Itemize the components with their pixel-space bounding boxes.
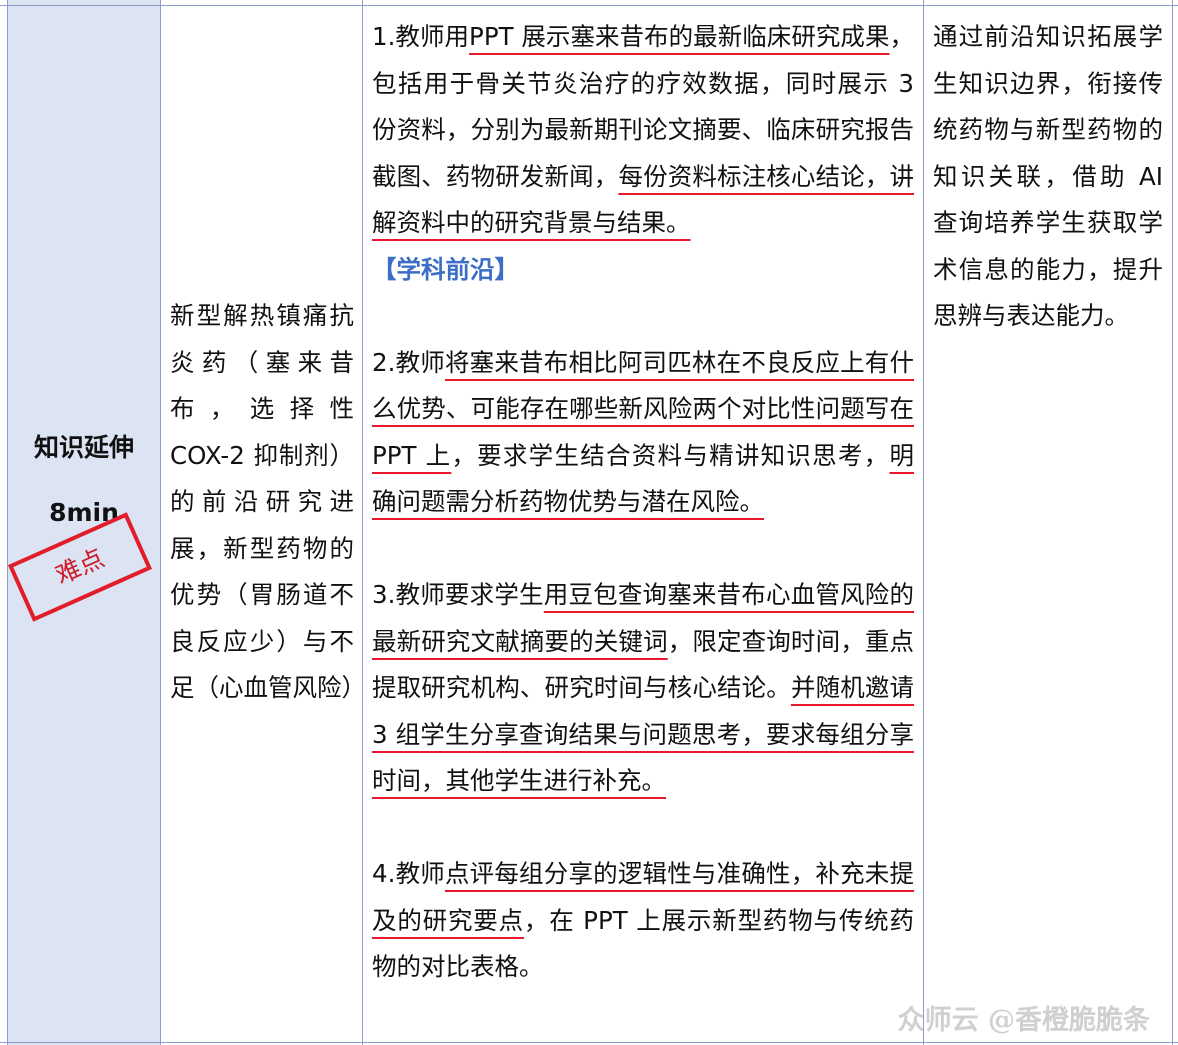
difficulty-stamp-text: 难点 xyxy=(51,543,109,590)
table-border-col3 xyxy=(923,0,924,1045)
table-border-col1 xyxy=(160,0,161,1045)
activity-4: 4.教师点评每组分享的逻辑性与准确性，补充未提及的研究要点，在 PPT 上展示新… xyxy=(372,859,914,981)
stage-duration: 8min xyxy=(49,498,119,527)
watermark: 众师云 @香橙脆脆条 xyxy=(897,1005,1150,1036)
activity-1: 1.教师用PPT 展示塞来昔布的最新临床研究成果，包括用于骨关节炎治疗的疗效数据… xyxy=(372,22,915,284)
lesson-table: 知识延伸 8min 难点 新型解热镇痛抗炎药（塞来昔布，选择性 COX-2 抑制… xyxy=(0,0,1178,1045)
table-border-col2 xyxy=(362,0,363,1045)
table-border-top xyxy=(0,5,1178,6)
stage-title: 知识延伸 xyxy=(33,433,134,462)
underlined-text: PPT 展示塞来昔布的最新临床研究成果 xyxy=(469,22,890,51)
activity-3: 3.教师要求学生用豆包查询塞来昔布心血管风险的最新研究文献摘要的关键词，限定查询… xyxy=(372,580,915,795)
teacher-activities: 1.教师用PPT 展示塞来昔布的最新临床研究成果，包括用于骨关节炎治疗的疗效数据… xyxy=(372,14,914,991)
table-border-bottom xyxy=(0,1042,1178,1043)
design-intent: 通过前沿知识拓展学生知识边界，衔接传统药物与新型药物的知识关联，借助 AI 查询… xyxy=(933,22,1163,330)
frontier-tag: 【学科前沿】 xyxy=(372,254,519,284)
activity-2: 2.教师将塞来昔布相比阿司匹林在不良反应上有什么优势、可能存在哪些新风险两个对比… xyxy=(372,347,914,517)
table-border-right xyxy=(1172,0,1173,1045)
teaching-content: 新型解热镇痛抗炎药（塞来昔布，选择性 COX-2 抑制剂）的前沿研究进展，新型药… xyxy=(170,301,366,702)
